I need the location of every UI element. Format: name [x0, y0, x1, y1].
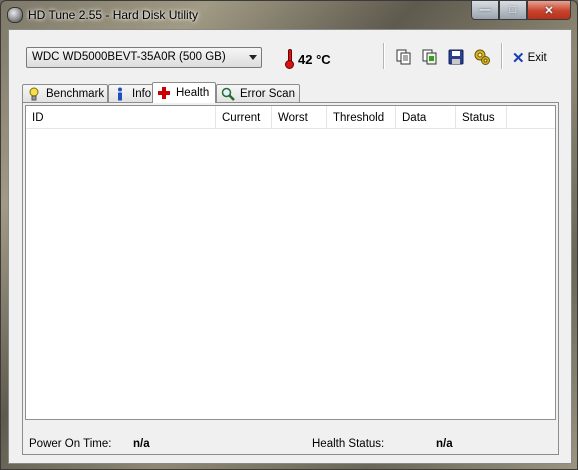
- power-on-time-value: n/a: [133, 438, 150, 450]
- toolbar-separator: [383, 43, 385, 69]
- drive-dropdown[interactable]: WDC WD5000BEVT-35A0R (500 GB): [26, 47, 262, 68]
- close-icon: ✕: [544, 4, 554, 17]
- lightbulb-icon: [27, 87, 41, 101]
- options-button[interactable]: [472, 47, 492, 67]
- save-button[interactable]: [446, 47, 466, 67]
- health-cross-icon: [157, 86, 171, 100]
- tab-info[interactable]: Info: [108, 84, 154, 102]
- smart-attributes-table[interactable]: ID Current Worst Threshold Data Status: [25, 105, 556, 420]
- health-panel: ID Current Worst Threshold Data Status P…: [22, 102, 559, 455]
- close-button[interactable]: ✕: [527, 1, 571, 20]
- health-status-value: n/a: [436, 438, 453, 450]
- copy-info-button[interactable]: [394, 47, 414, 67]
- copy-green-icon: [422, 49, 437, 65]
- tab-info-label: Info: [132, 87, 152, 100]
- magnifier-icon: [221, 87, 235, 101]
- maximize-icon: □: [509, 4, 517, 16]
- window-title: HD Tune 2.55 - Hard Disk Utility: [28, 8, 199, 22]
- tab-error-scan[interactable]: Error Scan: [216, 84, 300, 102]
- hd-tune-app-icon: [7, 7, 23, 23]
- exit-button[interactable]: ✕ Exit: [512, 49, 547, 67]
- exit-label: Exit: [527, 52, 547, 64]
- column-header-status[interactable]: Status: [456, 106, 507, 128]
- floppy-disk-icon: [448, 49, 464, 65]
- column-header-threshold[interactable]: Threshold: [327, 106, 396, 128]
- column-header-data[interactable]: Data: [396, 106, 456, 128]
- column-header-id[interactable]: ID: [26, 106, 216, 128]
- power-on-time-label: Power On Time:: [29, 438, 112, 450]
- gears-icon: [474, 49, 490, 65]
- health-status-label: Health Status:: [312, 438, 385, 450]
- tab-benchmark-label: Benchmark: [46, 87, 105, 100]
- title-bar[interactable]: HD Tune 2.55 - Hard Disk Utility — □ ✕: [1, 1, 577, 29]
- tab-health[interactable]: Health: [152, 82, 216, 103]
- tab-health-label: Health: [176, 87, 210, 99]
- maximize-button[interactable]: □: [499, 1, 527, 20]
- copy-all-button[interactable]: [420, 47, 440, 67]
- toolbar-separator: [501, 43, 503, 69]
- chevron-down-icon: [249, 55, 257, 60]
- minimize-icon: —: [479, 4, 491, 16]
- tab-benchmark[interactable]: Benchmark: [22, 84, 108, 102]
- column-header-worst[interactable]: Worst: [272, 106, 327, 128]
- exit-x-icon: ✕: [512, 50, 525, 67]
- app-window: HD Tune 2.55 - Hard Disk Utility — □ ✕ W…: [0, 0, 578, 470]
- column-header-current[interactable]: Current: [216, 106, 272, 128]
- caption-buttons: — □ ✕: [471, 1, 571, 21]
- info-icon: [113, 87, 127, 101]
- thermometer-icon: [285, 49, 295, 69]
- minimize-button[interactable]: —: [471, 1, 499, 20]
- tab-error-scan-label: Error Scan: [240, 87, 295, 100]
- copy-icon: [396, 49, 411, 65]
- table-header: ID Current Worst Threshold Data Status: [26, 106, 555, 129]
- temperature-readout: 42 °C: [298, 52, 331, 67]
- drive-dropdown-value: WDC WD5000BEVT-35A0R (500 GB): [32, 51, 226, 63]
- client-area: WDC WD5000BEVT-35A0R (500 GB) 42 °C ✕ Ex…: [8, 29, 572, 464]
